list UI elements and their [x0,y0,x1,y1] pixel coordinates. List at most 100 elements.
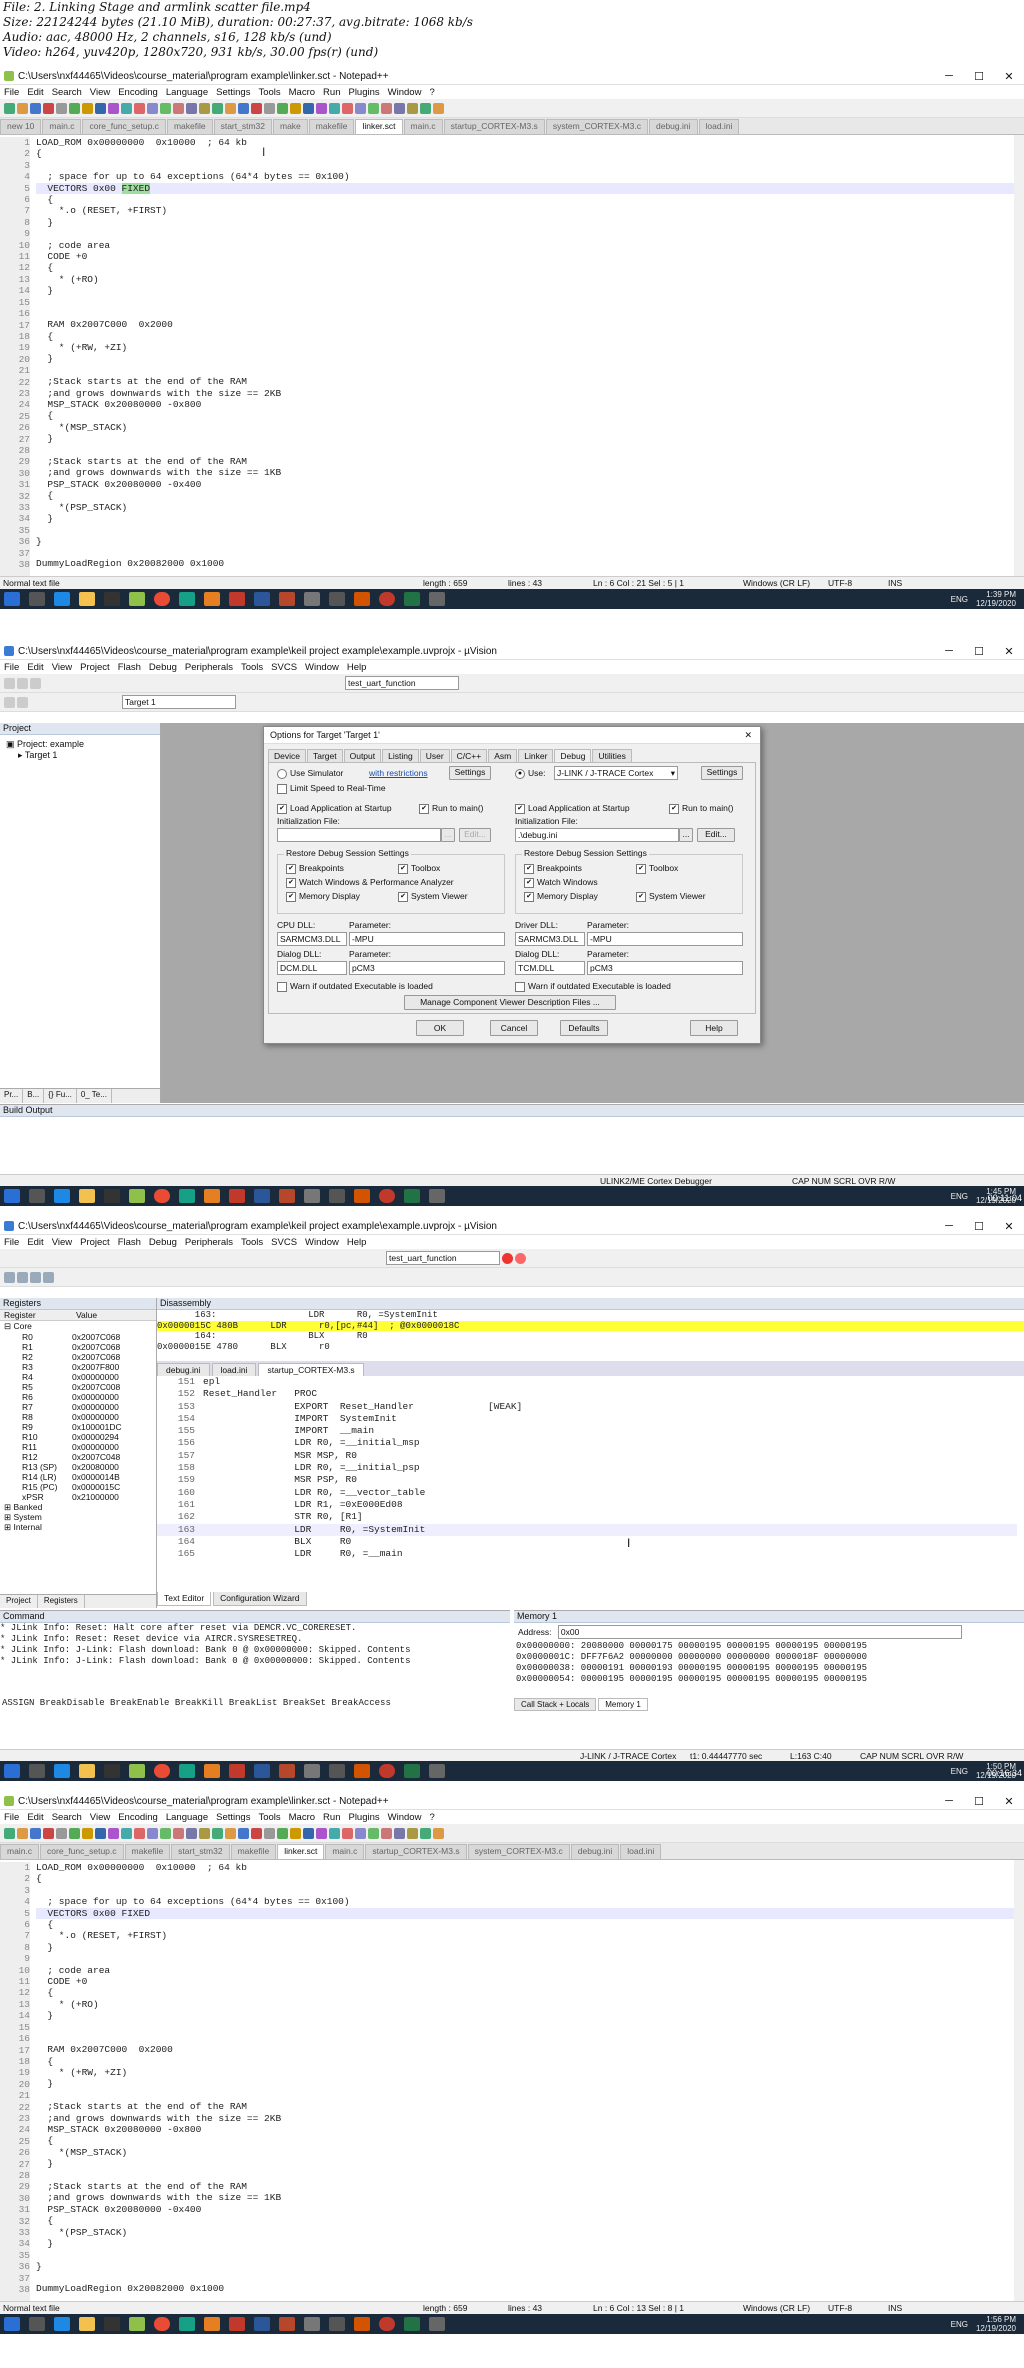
toolbar-button-icon[interactable] [212,1827,223,1839]
tab-new-10[interactable]: new 10 [0,119,42,134]
tab-cc[interactable]: C/C++ [450,749,488,762]
toolbar-button-icon[interactable] [407,102,418,114]
toolbar-button-icon[interactable] [82,102,93,114]
toolbar-button-icon[interactable] [420,102,431,114]
task-view-icon[interactable] [29,2317,45,2331]
cpu-param-field[interactable]: -MPU [349,932,505,946]
toolbar-button-icon[interactable] [407,1827,418,1839]
windows-start-icon[interactable] [4,1764,20,1778]
menu-item-peripherals[interactable]: Peripherals [181,1237,237,1248]
editor-text[interactable]: LOAD_ROM 0x00000000 0x10000 ; 64 kb{ ; s… [36,137,1014,570]
debug-stop-icon[interactable] [502,1252,513,1264]
menu-item-language[interactable]: Language [162,1812,212,1823]
app-icon[interactable] [379,592,395,606]
debugger-settings-button[interactable]: Settings [701,766,743,780]
run-to-main-checkbox[interactable]: ✔ [419,803,429,814]
tab-target[interactable]: Target [306,749,343,762]
edit-button[interactable]: Edit... [459,828,491,842]
clock[interactable]: 1:39 PM 12/19/2020 [976,590,1016,608]
load-app-checkbox[interactable]: ✔ [515,803,525,814]
toolbar-button-icon[interactable] [30,102,41,114]
cmd-icon[interactable] [104,592,120,606]
uvision-task-icon[interactable] [404,1764,420,1778]
toolbar-button-icon[interactable] [160,1827,171,1839]
toolbar-button-icon[interactable] [121,1827,132,1839]
toolbar-button-icon[interactable] [368,1827,379,1839]
open-icon[interactable] [17,677,28,689]
app-icon[interactable] [329,592,345,606]
acrobat-icon[interactable] [229,592,245,606]
toolbar-button-icon[interactable] [108,102,119,114]
toolbar-button-icon[interactable] [225,102,236,114]
register-row[interactable]: R14 (LR) 0x0000014B [0,1472,156,1482]
toolbar-button-icon[interactable] [4,1827,15,1839]
tab-startup-cortex-m3-s[interactable]: startup_CORTEX-M3.s [443,119,545,134]
menu-item-[interactable]: ? [425,1812,438,1823]
menu-item-search[interactable]: Search [48,87,86,98]
register-group[interactable]: ⊞ System [0,1512,156,1522]
toolbar-button-icon[interactable] [69,1827,80,1839]
toolbar-button-icon[interactable] [433,102,444,114]
powerpoint-icon[interactable] [279,1189,295,1203]
load-app-checkbox[interactable]: ✔ [277,803,287,814]
chrome-icon[interactable] [154,592,170,606]
tab-linker-sct[interactable]: linker.sct [355,119,403,134]
browse-button[interactable]: ... [679,828,693,842]
toolbar-button-icon[interactable] [134,1827,145,1839]
tab-linker[interactable]: Linker [518,749,554,762]
register-row[interactable]: R1 0x2007C068 [0,1342,156,1352]
menu-item-debug[interactable]: Debug [145,1237,181,1248]
powerpoint-icon[interactable] [279,2317,295,2331]
project-target[interactable]: ▸ Target 1 [6,750,154,761]
disassembly-text[interactable]: 163: LDR R0, =SystemInit 0x0000015C 480B … [157,1310,1024,1352]
register-row[interactable]: R10 0x00000294 [0,1432,156,1442]
new-icon[interactable] [4,677,15,689]
target-select[interactable]: Target 1 [122,695,236,709]
use-simulator-radio[interactable] [277,768,287,779]
tab-user[interactable]: User [419,749,450,762]
app-icon[interactable] [429,592,445,606]
save-icon[interactable] [30,677,41,689]
task-view-icon[interactable] [29,592,45,606]
toolbar-button-icon[interactable] [43,102,54,114]
app-icon[interactable] [379,1189,395,1203]
menu-item-file[interactable]: File [0,1812,23,1823]
minimize-icon[interactable]: ─ [934,645,964,658]
run-to-main-checkbox[interactable]: ✔ [669,803,679,814]
chrome-icon[interactable] [154,1189,170,1203]
with-restrictions-link[interactable]: with restrictions [369,768,428,778]
acrobat-icon[interactable] [229,1189,245,1203]
minimize-icon[interactable]: ─ [934,70,964,83]
register-row[interactable]: R9 0x100001DC [0,1422,156,1432]
menu-item-peripherals[interactable]: Peripherals [181,662,237,673]
toolbar-button-icon[interactable] [329,1827,340,1839]
chrome-icon[interactable] [154,2317,170,2331]
toolbar-button-icon[interactable] [199,102,210,114]
tab-core-func-setup-c[interactable]: core_func_setup.c [40,1844,124,1859]
toolbar-button-icon[interactable] [394,1827,405,1839]
menu-item-plugins[interactable]: Plugins [344,87,383,98]
toolbar-button-icon[interactable] [342,102,353,114]
menu-item-file[interactable]: File [0,662,23,673]
tab-output[interactable]: Output [343,749,382,762]
app-icon[interactable] [304,1764,320,1778]
toolbar-button-icon[interactable] [355,1827,366,1839]
tab-device[interactable]: Device [268,749,306,762]
app-icon[interactable] [354,592,370,606]
menu-item-settings[interactable]: Settings [212,87,254,98]
maximize-icon[interactable]: ☐ [964,70,994,83]
notepadpp-task-icon[interactable] [129,2317,145,2331]
menu-item-window[interactable]: Window [384,1812,426,1823]
toolbar-button-icon[interactable] [56,1827,67,1839]
notepadpp-task-icon[interactable] [129,1764,145,1778]
cmd-icon[interactable] [104,1189,120,1203]
menu-item-tools[interactable]: Tools [237,662,267,673]
uvision-task-icon[interactable] [404,1189,420,1203]
run-icon[interactable] [17,1271,28,1283]
app-icon[interactable] [204,1764,220,1778]
word-icon[interactable] [254,1764,270,1778]
app-icon[interactable] [329,1189,345,1203]
tab-debug-ini[interactable]: debug.ini [570,1844,620,1859]
ok-button[interactable]: OK [416,1020,464,1036]
tab-makefile[interactable]: makefile [124,1844,171,1859]
